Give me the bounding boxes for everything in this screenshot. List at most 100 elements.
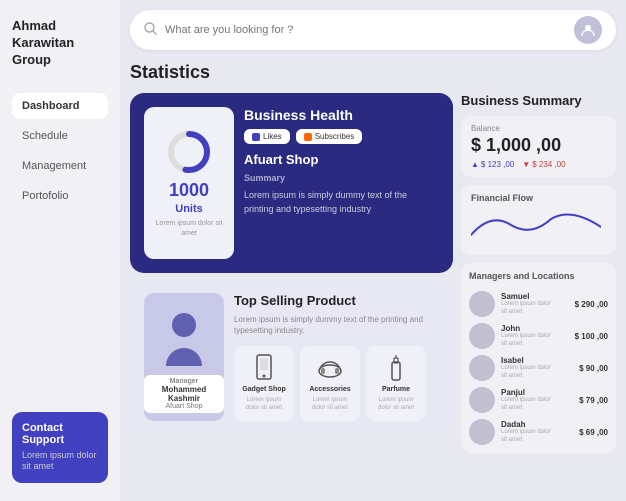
subscribes-badge: Subscribes: [296, 129, 363, 144]
summary-text: Lorem ipsum is simply dummy text of the …: [244, 189, 439, 216]
manager-info-box: Manager Mohammed Kashmir Afuart Shop: [144, 375, 224, 413]
likes-dot: [252, 133, 260, 141]
balance-amount: $ 1,000 ,00: [471, 135, 606, 156]
managers-label: Managers and Locations: [469, 271, 608, 281]
business-health-card: 1000 Units Lorem ipsum dolor sit amet Bu…: [130, 93, 453, 273]
sidebar-item-schedule[interactable]: Schedule: [12, 123, 108, 149]
donut-chart: [164, 127, 214, 177]
left-panels: 1000 Units Lorem ipsum dolor sit amet Bu…: [130, 93, 453, 491]
avatar: [574, 16, 602, 44]
mgr-avatar-3: [469, 387, 495, 413]
product-sub-1: Lorem ipsum dolor sit amet: [306, 397, 354, 413]
bh-stats: 1000 Units Lorem ipsum dolor sit amet: [144, 107, 234, 259]
product-item-2: Parfume Lorem ipsum dolor sit amet: [366, 346, 426, 421]
mgr-amount-4: $ 69 ,00: [579, 428, 608, 437]
manager-row-1: John Lorem ipsum dolorsit amet $ 100 ,00: [469, 323, 608, 349]
sidebar-nav: Dashboard Schedule Management Portofolio: [12, 93, 108, 412]
tsp-title: Top Selling Product: [234, 293, 439, 308]
units-label: Units: [175, 203, 203, 215]
deltas: ▲ $ 123 ,00 ▼ $ 234 ,00: [471, 160, 606, 169]
mgr-sub-0: Lorem ipsum dolorsit amet: [501, 301, 569, 317]
mgr-amount-3: $ 79 ,00: [579, 396, 608, 405]
manager-row-3: Panjul Lorem ipsum dolorsit amet $ 79 ,0…: [469, 387, 608, 413]
delta-up: ▲ $ 123 ,00: [471, 160, 514, 169]
delta-down-value: $ 234 ,00: [532, 160, 565, 169]
subscribes-label: Subscribes: [315, 132, 355, 141]
mgr-amount-2: $ 90 ,00: [579, 364, 608, 373]
delta-down: ▼ $ 234 ,00: [522, 160, 565, 169]
header-row: Statistics: [130, 62, 616, 83]
contact-support[interactable]: Contact Support Lorem ipsum dolor sit am…: [12, 412, 108, 483]
tsp-desc: Lorem ipsum is simply dummy text of the …: [234, 314, 439, 336]
product-name-1: Accessories: [309, 386, 350, 393]
subscribes-dot: [304, 133, 312, 141]
shop-name: Afuart Shop: [244, 152, 439, 167]
right-panel: Business Summary Balance $ 1,000 ,00 ▲ $…: [461, 93, 616, 491]
manager-name: Mohammed Kashmir: [150, 385, 218, 403]
mgr-name-2: Isabel: [501, 356, 573, 365]
product-item-1: Accessories Lorem ipsum dolor sit amet: [300, 346, 360, 421]
manager-shop: Afuart Shop: [150, 403, 218, 410]
manager-row-0: Samuel Lorem ipsum dolorsit amet $ 290 ,…: [469, 291, 608, 317]
product-item-0: Gadget Shop Lorem ipsum dolor sit amet: [234, 346, 294, 421]
balance-section: Balance $ 1,000 ,00 ▲ $ 123 ,00 ▼ $ 234 …: [461, 116, 616, 177]
search-icon: [144, 22, 157, 38]
sidebar-logo: Ahmad Karawitan Group: [12, 18, 108, 69]
person-icon: [162, 311, 206, 371]
down-arrow: ▼: [522, 160, 530, 169]
content-area: 1000 Units Lorem ipsum dolor sit amet Bu…: [130, 93, 616, 491]
balance-label: Balance: [471, 124, 606, 133]
mgr-name-4: Dadah: [501, 420, 573, 429]
bh-lorem: Lorem ipsum dolor sit amet: [152, 219, 226, 239]
product-list: Gadget Shop Lorem ipsum dolor sit amet: [234, 346, 439, 421]
mgr-amount-0: $ 290 ,00: [575, 300, 608, 309]
mgr-avatar-4: [469, 419, 495, 445]
mgr-info-0: Samuel Lorem ipsum dolorsit amet: [501, 292, 569, 317]
parfume-icon: [382, 354, 410, 382]
mgr-info-4: Dadah Lorem ipsum dolorsit amet: [501, 420, 573, 445]
sidebar-item-dashboard[interactable]: Dashboard: [12, 93, 108, 119]
summary-label: Summary: [244, 173, 439, 183]
page-title: Statistics: [130, 62, 210, 83]
main-content: Statistics 1000 Units Lorem ipsum dolor …: [120, 0, 626, 501]
bh-title: Business Health: [244, 107, 439, 123]
mgr-info-2: Isabel Lorem ipsum dolorsit amet: [501, 356, 573, 381]
financial-flow-section: Financial Flow: [461, 185, 616, 255]
manager-row-2: Isabel Lorem ipsum dolorsit amet $ 90 ,0…: [469, 355, 608, 381]
accessories-icon: [316, 354, 344, 382]
gadget-icon: [250, 354, 278, 382]
manager-label: Manager: [150, 378, 218, 385]
mgr-sub-4: Lorem ipsum dolorsit amet: [501, 429, 573, 445]
sidebar: Ahmad Karawitan Group Dashboard Schedule…: [0, 0, 120, 501]
flow-chart: [471, 207, 601, 242]
top-selling-card: Manager Mohammed Kashmir Afuart Shop Top…: [130, 281, 453, 433]
mgr-amount-1: $ 100 ,00: [575, 332, 608, 341]
mgr-avatar-1: [469, 323, 495, 349]
mgr-sub-1: Lorem ipsum dolorsit amet: [501, 333, 569, 349]
mgr-name-0: Samuel: [501, 292, 569, 301]
product-sub-0: Lorem ipsum dolor sit amet: [240, 397, 288, 413]
search-input[interactable]: [165, 24, 566, 36]
tsp-manager: Manager Mohammed Kashmir Afuart Shop: [144, 293, 224, 421]
likes-badge: Likes: [244, 129, 290, 144]
likes-label: Likes: [263, 132, 282, 141]
search-bar: [130, 10, 616, 50]
mgr-info-1: John Lorem ipsum dolorsit amet: [501, 324, 569, 349]
managers-section: Managers and Locations Samuel Lorem ipsu…: [461, 263, 616, 453]
tsp-details: Top Selling Product Lorem ipsum is simpl…: [234, 293, 439, 421]
up-arrow: ▲: [471, 160, 479, 169]
mgr-avatar-0: [469, 291, 495, 317]
units-number: 1000: [169, 181, 209, 199]
sidebar-item-portofolio[interactable]: Portofolio: [12, 183, 108, 209]
product-sub-2: Lorem ipsum dolor sit amet: [372, 397, 420, 413]
bh-details: Business Health Likes Subscribes Afuart …: [244, 107, 439, 259]
contact-support-subtitle: Lorem ipsum dolor sit amet: [22, 450, 98, 473]
contact-support-title: Contact Support: [22, 422, 98, 446]
mgr-sub-2: Lorem ipsum dolorsit amet: [501, 365, 573, 381]
manager-row-4: Dadah Lorem ipsum dolorsit amet $ 69 ,00: [469, 419, 608, 445]
sidebar-item-management[interactable]: Management: [12, 153, 108, 179]
delta-up-value: $ 123 ,00: [481, 160, 514, 169]
mgr-sub-3: Lorem ipsum dolorsit amet: [501, 397, 573, 413]
mgr-info-3: Panjul Lorem ipsum dolorsit amet: [501, 388, 573, 413]
product-name-2: Parfume: [382, 386, 410, 393]
